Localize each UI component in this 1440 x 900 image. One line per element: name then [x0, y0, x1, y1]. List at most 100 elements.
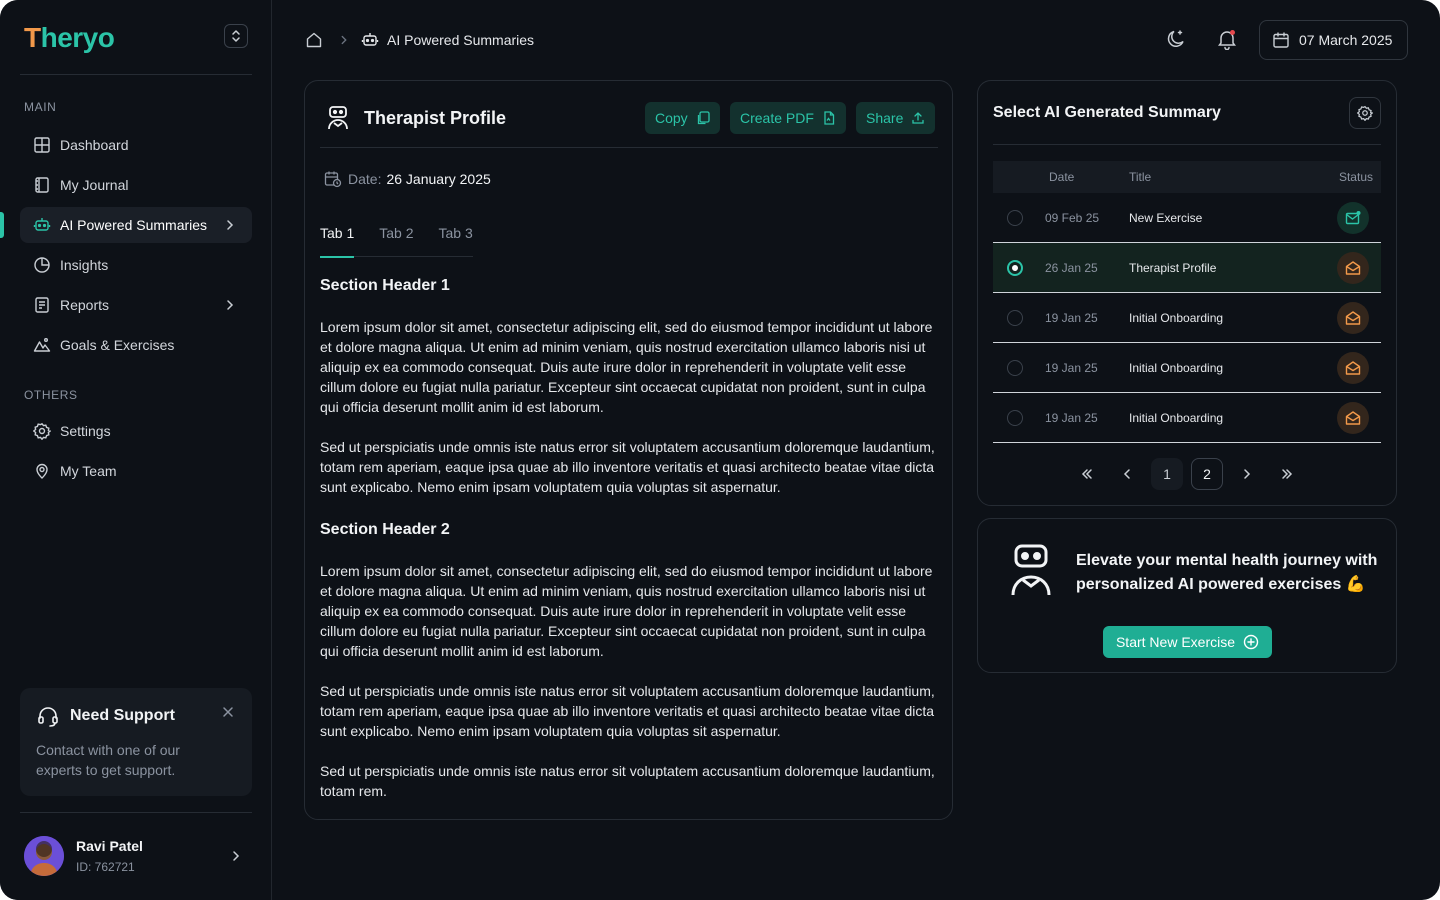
- dark-mode-icon[interactable]: [1165, 28, 1187, 50]
- sidebar-item-label: My Journal: [60, 177, 129, 193]
- mountain-icon: [33, 338, 51, 352]
- exercise-cta-card: Elevate your mental health journey with …: [977, 518, 1397, 673]
- chevron-right-icon[interactable]: [228, 848, 244, 864]
- row-radio[interactable]: [1007, 210, 1023, 226]
- sidebar-item-settings[interactable]: Settings: [20, 413, 252, 449]
- robot-icon: [328, 106, 348, 130]
- brand-logo[interactable]: Theryo: [24, 22, 115, 54]
- sidebar-item-my-journal[interactable]: My Journal: [20, 167, 252, 203]
- logo-text: heryo: [40, 22, 115, 53]
- status-badge: [1337, 302, 1369, 334]
- row-title: Initial Onboarding: [1129, 411, 1224, 425]
- chevrons-left-icon: [1081, 469, 1092, 479]
- breadcrumb: AI Powered Summaries: [305, 30, 534, 50]
- last-page-button[interactable]: [1271, 458, 1303, 490]
- sidebar-item-ai-powered-summaries[interactable]: AI Powered Summaries: [20, 207, 252, 243]
- upload-icon: [912, 112, 925, 124]
- column-header-title: Title: [1129, 170, 1152, 184]
- tab-1[interactable]: Tab 1: [320, 221, 355, 258]
- robot-icon: [33, 218, 51, 231]
- row-date: 19 Jan 25: [1045, 361, 1098, 375]
- status-badge: [1337, 352, 1369, 384]
- date-picker-button[interactable]: 07 March 2025: [1259, 20, 1408, 60]
- sidebar-item-label: Goals & Exercises: [60, 337, 175, 353]
- table-row[interactable]: 19 Jan 25 Initial Onboarding: [993, 293, 1381, 343]
- user-divider: [20, 812, 252, 813]
- share-label: Share: [866, 110, 904, 126]
- tab-list: Tab 1 Tab 2 Tab 3: [320, 221, 473, 258]
- summary-detail-card: Therapist Profile Copy Create PDF Share …: [304, 80, 953, 820]
- close-icon[interactable]: [220, 704, 236, 720]
- chevrons-right-icon: [1282, 469, 1293, 479]
- copy-icon: [697, 111, 710, 125]
- next-page-button[interactable]: [1231, 458, 1263, 490]
- card-title: Therapist Profile: [364, 108, 507, 128]
- sidebar-item-label: Dashboard: [60, 137, 129, 153]
- table-header: Date Title Status: [993, 161, 1381, 193]
- paragraph: Lorem ipsum dolor sit amet, consectetur …: [320, 563, 933, 659]
- gear-icon: [1357, 105, 1373, 121]
- share-button[interactable]: Share: [856, 102, 936, 134]
- settings-button[interactable]: [1349, 97, 1381, 129]
- page-button-2[interactable]: 2: [1191, 458, 1223, 490]
- table-row[interactable]: 19 Jan 25 Initial Onboarding: [993, 343, 1381, 393]
- cta-text: Elevate your mental health journey with …: [1076, 552, 1378, 593]
- user-avatar-icon: [24, 836, 64, 876]
- sidebar-item-label: Insights: [60, 257, 109, 273]
- sidebar-item-my-team[interactable]: My Team: [20, 453, 252, 489]
- row-title: Therapist Profile: [1129, 261, 1217, 275]
- first-page-button[interactable]: [1071, 458, 1103, 490]
- start-new-exercise-button[interactable]: Start New Exercise: [1103, 626, 1272, 658]
- table-row[interactable]: 19 Jan 25 Initial Onboarding: [993, 393, 1381, 443]
- sidebar-item-insights[interactable]: Insights: [20, 247, 252, 283]
- copy-label: Copy: [655, 110, 688, 126]
- row-date: 19 Jan 25: [1045, 411, 1098, 425]
- pagination: 1 2: [978, 458, 1396, 490]
- date-field-label: Date:: [348, 171, 382, 187]
- workspace-switcher-button[interactable]: [224, 24, 248, 48]
- opened-mail-icon: [1345, 261, 1361, 275]
- chevron-right-icon: [227, 300, 234, 310]
- sidebar-item-goals-exercises[interactable]: Goals & Exercises: [20, 327, 252, 363]
- sidebar-item-label: Reports: [60, 297, 110, 313]
- section-header-2: Section Header 2: [320, 521, 450, 538]
- chevron-right-icon: [227, 220, 234, 230]
- robot-icon: [361, 33, 379, 46]
- calendar-icon: [1273, 32, 1289, 48]
- row-date: 09 Feb 25: [1045, 211, 1100, 225]
- row-radio[interactable]: [1007, 360, 1023, 376]
- summary-list-card: Select AI Generated Summary Date Title S…: [977, 80, 1397, 506]
- paragraph: Sed ut perspiciatis unde omnis iste natu…: [320, 439, 935, 495]
- support-title: Need Support: [70, 707, 175, 724]
- bell-icon[interactable]: [1216, 28, 1238, 50]
- row-radio[interactable]: [1007, 260, 1023, 276]
- tab-2[interactable]: Tab 2: [379, 221, 413, 257]
- breadcrumb-current: AI Powered Summaries: [387, 32, 535, 48]
- page-button-1[interactable]: 1: [1151, 458, 1183, 490]
- status-badge: [1337, 202, 1369, 234]
- sidebar-item-label: AI Powered Summaries: [60, 217, 208, 233]
- chevron-right-icon: [1244, 469, 1251, 479]
- user-name: Ravi Patel: [76, 838, 143, 854]
- pdf-label: Create PDF: [740, 110, 814, 126]
- create-pdf-button[interactable]: Create PDF: [730, 102, 846, 134]
- paragraph: Lorem ipsum dolor sit amet, consectetur …: [320, 319, 933, 415]
- gear-icon: [33, 422, 51, 440]
- row-radio[interactable]: [1007, 310, 1023, 326]
- tab-3[interactable]: Tab 3: [439, 221, 473, 257]
- sidebar-item-dashboard[interactable]: Dashboard: [20, 127, 252, 163]
- table-row[interactable]: 09 Feb 25 New Exercise: [993, 193, 1381, 243]
- plus-circle-icon: [1243, 634, 1259, 650]
- row-radio[interactable]: [1007, 410, 1023, 426]
- support-card: Need Support Contact with one of our exp…: [20, 688, 252, 796]
- column-header-date: Date: [1049, 170, 1075, 184]
- avatar[interactable]: [24, 836, 64, 876]
- chevron-up-down-icon: [232, 30, 240, 42]
- active-indicator: [0, 212, 4, 238]
- home-icon[interactable]: [305, 31, 323, 49]
- table-row[interactable]: 26 Jan 25 Therapist Profile: [993, 243, 1381, 293]
- card-divider: [320, 147, 938, 148]
- sidebar-item-reports[interactable]: Reports: [20, 287, 252, 323]
- prev-page-button[interactable]: [1111, 458, 1143, 490]
- copy-button[interactable]: Copy: [645, 102, 720, 134]
